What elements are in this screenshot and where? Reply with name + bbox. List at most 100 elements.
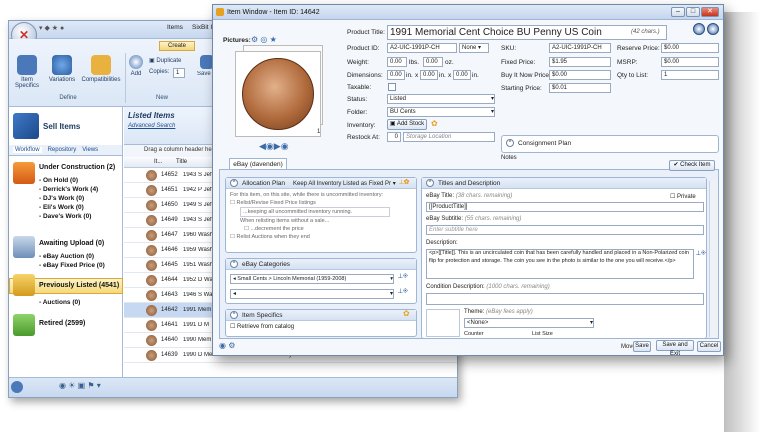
category1-tools-icon[interactable]: ⟂◈	[398, 273, 408, 281]
description-tools-icon[interactable]: ⟂◈	[696, 250, 706, 258]
weight-oz-input[interactable]: 0.00	[423, 57, 443, 67]
restock-input[interactable]: 0	[387, 132, 401, 142]
relist-fixed-option[interactable]: ☐ Relist/Revise Fixed Price listings	[230, 199, 412, 207]
close-button[interactable]: ✕	[701, 7, 719, 17]
retrieve-catalog-option[interactable]: ☐ Retrieve from catalog	[226, 321, 416, 332]
ebay-categories-section: ^ eBay Categories ◂ Small Cents > Lincol…	[225, 258, 417, 304]
folder-djs-work[interactable]: - DJ's Work (0)	[9, 194, 123, 203]
titles-description-section: ^ Titles and Description eBay Title: (38…	[421, 177, 707, 339]
storage-location-input[interactable]: Storage Location	[403, 132, 495, 142]
msrp-input[interactable]: $0.00	[661, 57, 719, 67]
folder-ebay-fixed-price[interactable]: - eBay Fixed Price (0)	[9, 261, 123, 270]
theme-select[interactable]: <None> ▾	[464, 318, 594, 328]
minimize-button[interactable]: –	[671, 7, 685, 17]
coin-thumbnail-icon	[146, 199, 157, 211]
bottom-left-icons[interactable]: ◉ ⚙	[219, 341, 235, 350]
next-item-icon[interactable]	[707, 23, 719, 35]
copies-input[interactable]: 1	[173, 68, 185, 78]
inventory-settings-icon[interactable]: ✿	[431, 119, 438, 128]
consignment-plan-header[interactable]: ^ Consignment Plan	[502, 136, 718, 150]
under-construction-folder[interactable]: Under Construction (2)	[39, 164, 115, 171]
dim2-unit: in.	[439, 72, 446, 79]
save-button[interactable]: Save	[633, 341, 651, 352]
picture-nav-icons[interactable]: ◀◉▶◉	[259, 141, 289, 152]
product-id-input[interactable]: A2-UIC-1991P-CH	[387, 43, 457, 53]
duplicate-button[interactable]: ▣ Duplicate	[149, 57, 181, 64]
item-specifics-button[interactable]: Item Specifics	[13, 55, 41, 89]
penny-coin-image	[242, 58, 314, 130]
category1-select[interactable]: ◂ Small Cents > Lincoln Memorial (1959-2…	[230, 274, 394, 284]
tab-panel-scrollbar[interactable]	[709, 181, 717, 337]
tab-workflow[interactable]: Workflow	[13, 147, 42, 153]
expand-consignment-icon[interactable]: ^	[506, 139, 514, 147]
retired-icon	[13, 314, 35, 336]
add-button[interactable]: Add	[127, 55, 145, 77]
keep-uncommitted-select[interactable]: ...keeping all uncommitted inventory run…	[240, 207, 390, 217]
decrement-price-option[interactable]: ☐ ...decrement the price	[230, 225, 412, 233]
folder-auctions[interactable]: - Auctions (0)	[9, 298, 80, 307]
sku-input[interactable]: A2-UIC-1991P-CH	[549, 43, 611, 53]
private-checkbox[interactable]: ☐ Private	[670, 193, 696, 200]
cancel-button[interactable]: Cancel	[697, 341, 721, 352]
bin-price-input[interactable]: $0.00	[549, 70, 611, 80]
dim2-input[interactable]: 0.00	[420, 70, 438, 80]
retired-folder[interactable]: Retired (2599)	[39, 320, 85, 327]
qty-input[interactable]: 1	[661, 70, 719, 80]
tab-views[interactable]: Views	[82, 147, 98, 153]
main-picture[interactable]	[235, 51, 321, 137]
allocation-tools-icons[interactable]: ⟂✿	[399, 179, 409, 187]
folder-on-hold[interactable]: - On Hold (0)	[9, 176, 123, 185]
dim3-input[interactable]: 0.00	[453, 70, 471, 80]
reserve-price-input[interactable]: $0.00	[661, 43, 719, 53]
weight-lbs-input[interactable]: 0.00	[387, 57, 407, 67]
quick-access-toolbar[interactable]: ▾ ◆ ★ ●	[39, 24, 64, 32]
collapse-item-specifics-icon[interactable]: ^	[230, 311, 238, 319]
product-id-type-select[interactable]: None ▾	[459, 43, 489, 53]
save-and-exit-button[interactable]: Save and Exit	[656, 340, 694, 357]
compatibilities-button[interactable]: Compatibilities	[79, 55, 123, 83]
tab-repository[interactable]: Repository	[48, 147, 77, 153]
add-stock-button[interactable]: ▣ Add Stock	[387, 119, 427, 130]
maximize-button[interactable]: □	[686, 7, 700, 17]
description-textarea[interactable]: <p>[[Title]]. This is an uncirculated co…	[426, 249, 694, 279]
taxable-checkbox[interactable]	[388, 83, 396, 91]
ebay-subtitle-input[interactable]: Enter subtitle here	[426, 225, 704, 235]
folder-daves-work[interactable]: - Dave's Work (0)	[9, 212, 123, 221]
starting-price-input[interactable]: $0.01	[549, 83, 611, 93]
category2-select[interactable]: ◂ ▾	[230, 289, 394, 299]
status-select[interactable]: Listed ▾	[387, 94, 495, 104]
check-item-button[interactable]: ✔ Check Item	[669, 160, 715, 171]
folder-derricks-work[interactable]: - Derrick's Work (4)	[9, 185, 123, 194]
row-item-id: 14647	[161, 232, 178, 238]
allocation-plan-select[interactable]: Keep All Inventory Listed as Fixed Pr ▾	[293, 180, 396, 187]
ebay-title-input[interactable]: [[ProductTitle]]	[426, 202, 704, 212]
row-item-id: 14639	[161, 352, 178, 358]
col-title-header[interactable]: Title	[164, 159, 187, 165]
status-icon[interactable]	[11, 381, 23, 393]
previously-listed-folder[interactable]: Previously Listed (4541)	[39, 282, 119, 289]
variations-button[interactable]: Variations	[45, 55, 79, 83]
status-icons-strip[interactable]: ◉ ☀ ▣ ⚑ ▾	[59, 381, 101, 390]
awaiting-upload-folder[interactable]: Awaiting Upload (0)	[39, 240, 104, 247]
collapse-categories-icon[interactable]: ^	[230, 260, 238, 268]
picture-tools-icons[interactable]: ⚙ ◎ ★	[251, 35, 277, 44]
collapse-titles-icon[interactable]: ^	[426, 179, 434, 187]
copies-label: Copies:	[149, 69, 170, 75]
dim1-input[interactable]: 0.00	[387, 70, 405, 80]
category2-tools-icon[interactable]: ⟂◈	[398, 288, 408, 296]
folder-elis-work[interactable]: - Eli's Work (0)	[9, 203, 123, 212]
collapse-allocation-icon[interactable]: ^	[230, 179, 238, 187]
condition-input[interactable]	[426, 293, 704, 305]
ribbon-tab-create[interactable]: Create	[159, 41, 195, 51]
prev-item-icon[interactable]	[693, 23, 705, 35]
tab-items[interactable]: Items	[167, 24, 183, 31]
folder-ebay-auction[interactable]: - eBay Auction (0)	[9, 252, 123, 261]
private-label: Private	[677, 194, 696, 200]
folder-select[interactable]: BU Cents ▾	[387, 107, 495, 117]
relist-auctions-option[interactable]: ☐ Relist Auctions when they end	[230, 233, 412, 241]
item-specifics-tool-icon[interactable]: ✿	[403, 309, 410, 318]
col-id-header[interactable]: It...	[124, 159, 164, 165]
product-title-input[interactable]: 1991 Memorial Cent Choice BU Penny US Co…	[387, 25, 667, 40]
fixed-price-input[interactable]: $1.95	[549, 57, 611, 67]
ebay-subtitle-label-text: eBay Subtitle:	[426, 216, 464, 222]
